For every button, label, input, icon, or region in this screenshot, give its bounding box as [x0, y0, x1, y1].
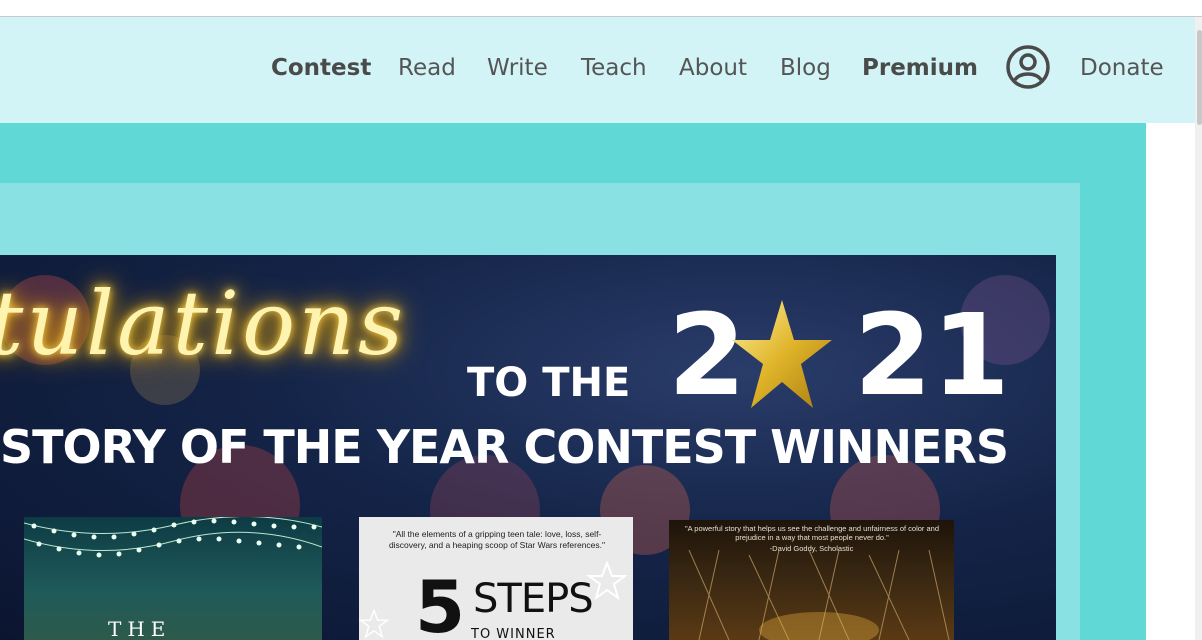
- banner-year: 2 21: [668, 300, 1010, 412]
- doodle-star-icon: [359, 609, 389, 639]
- book2-number: 5: [415, 565, 466, 640]
- book2-subtitle: TO WINNER: [471, 627, 556, 640]
- nav-read[interactable]: Read: [398, 55, 456, 81]
- nav-blog[interactable]: Blog: [780, 55, 831, 81]
- winner-book-cover-2[interactable]: "All the elements of a gripping teen tal…: [359, 517, 633, 640]
- banner-subtitle: STORY OF THE YEAR CONTEST WINNERS: [0, 420, 1009, 474]
- browser-top-strip: [0, 0, 1202, 17]
- scrollbar-thumb[interactable]: [1197, 30, 1202, 125]
- nav-donate[interactable]: Donate: [1080, 55, 1164, 81]
- banner-to-the: TO THE: [467, 360, 631, 406]
- straw-texture-decoration: [688, 550, 950, 640]
- winner-book-cover-1[interactable]: THE: [24, 517, 322, 640]
- nav-write[interactable]: Write: [487, 55, 548, 81]
- user-circle-icon[interactable]: [1005, 44, 1051, 90]
- winner-book-cover-3[interactable]: "A powerful story that helps us see the …: [669, 520, 954, 640]
- string-lights-decoration: [24, 517, 322, 558]
- banner-script-heading: tulations: [0, 272, 406, 375]
- book2-title: STEPS: [473, 576, 594, 622]
- book3-quote: "A powerful story that helps us see the …: [684, 524, 940, 542]
- book2-quote: "All the elements of a gripping teen tal…: [388, 529, 606, 550]
- year-digit-end: 21: [853, 291, 1010, 421]
- site-navbar: Contest Read Write Teach About Blog Prem…: [0, 17, 1195, 123]
- nav-contest[interactable]: Contest: [271, 55, 371, 81]
- book1-title: THE: [108, 617, 172, 640]
- gold-star-icon: [732, 300, 832, 408]
- nav-teach[interactable]: Teach: [581, 55, 647, 81]
- nav-about[interactable]: About: [679, 55, 747, 81]
- nav-premium[interactable]: Premium: [862, 55, 978, 81]
- doodle-star-icon: [587, 561, 627, 601]
